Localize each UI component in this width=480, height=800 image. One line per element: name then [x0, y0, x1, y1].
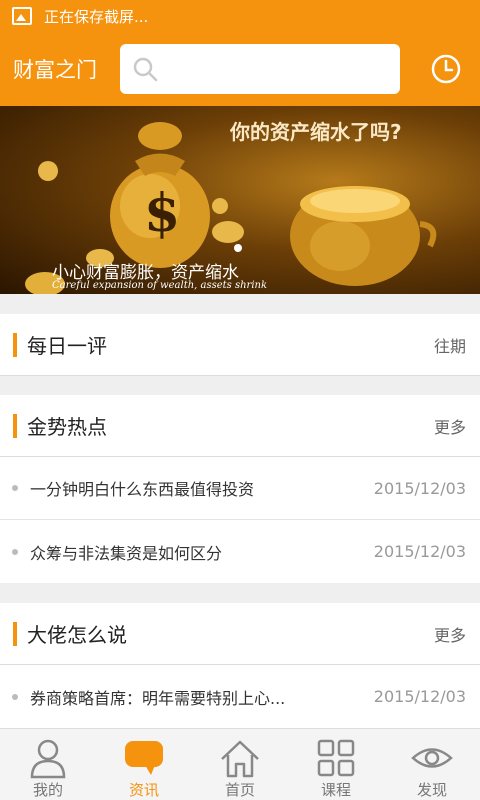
article-title: 券商策略首席：明年需要特别上心...	[30, 688, 286, 708]
banner-headline: 你的资产缩水了吗?	[230, 120, 402, 144]
history-clock-icon[interactable]	[430, 53, 462, 85]
tab-label: 我的	[32, 781, 63, 799]
article-title: 一分钟明白什么东西最值得投资	[30, 480, 255, 499]
app-title: 财富之门	[13, 58, 97, 82]
banner-subtitle-en: Careful expansion of wealth, assets shri…	[52, 280, 268, 291]
section-title: 每日一评	[27, 334, 107, 358]
bullet-dot	[12, 548, 18, 555]
grid-icon	[317, 739, 355, 777]
tab-courses[interactable]: 课程	[288, 729, 384, 800]
person-icon	[30, 739, 66, 779]
tab-label: 首页	[224, 781, 255, 799]
section-accent-bar	[13, 332, 17, 357]
search-box[interactable]	[120, 44, 400, 94]
list-item[interactable]: 一分钟明白什么东西最值得投资 2015/12/03	[0, 457, 480, 520]
more-link[interactable]: 更多	[434, 414, 466, 438]
article-title: 众筹与非法集资是如何区分	[30, 543, 223, 563]
tab-discover[interactable]: 发现	[384, 729, 480, 800]
hot-topics-header: 金势热点 更多	[0, 395, 480, 457]
more-link[interactable]: 更多	[434, 622, 466, 646]
status-bar: 正在保存截屏...	[0, 0, 480, 32]
tab-label: 发现	[416, 781, 447, 799]
article-date: 2015/12/03	[373, 542, 466, 561]
tab-label: 资讯	[128, 781, 159, 799]
search-icon	[133, 57, 158, 82]
tab-news[interactable]: 资讯	[96, 729, 192, 800]
tab-home[interactable]: 首页	[192, 729, 288, 800]
app-header: 财富之门	[0, 32, 480, 106]
bullet-dot	[12, 693, 18, 700]
svg-text:$: $	[144, 183, 180, 244]
search-input[interactable]	[166, 60, 400, 78]
status-text: 正在保存截屏...	[44, 7, 149, 26]
eye-icon	[411, 748, 453, 768]
past-issues-link[interactable]: 往期	[434, 333, 466, 357]
daily-review-section: 每日一评 往期	[0, 314, 480, 376]
banner-page-indicator	[234, 244, 242, 252]
screenshot-icon	[12, 7, 32, 25]
daily-review-header[interactable]: 每日一评 往期	[0, 314, 480, 376]
chat-icon	[125, 741, 163, 775]
promo-banner[interactable]: $ 你的资产缩水了吗? 小心财富膨胀，资产缩水 Careful expansio…	[0, 106, 480, 294]
article-date: 2015/12/03	[373, 478, 466, 498]
section-accent-bar	[13, 621, 17, 646]
bottom-tab-bar: 我的 资讯 首页 课程 发现	[0, 728, 480, 800]
hot-topics-section: 金势热点 更多 一分钟明白什么东西最值得投资 2015/12/03 众筹与非法集…	[0, 395, 480, 583]
section-accent-bar	[13, 413, 17, 438]
bullet-dot	[12, 485, 18, 491]
section-title: 金势热点	[27, 415, 107, 439]
experts-header: 大佬怎么说 更多	[0, 603, 480, 665]
tab-mine[interactable]: 我的	[0, 729, 96, 800]
article-date: 2015/12/03	[373, 687, 466, 706]
list-item[interactable]: 券商策略首席：明年需要特别上心... 2015/12/03	[0, 665, 480, 728]
experts-section: 大佬怎么说 更多 券商策略首席：明年需要特别上心... 2015/12/03	[0, 603, 480, 728]
list-item[interactable]: 众筹与非法集资是如何区分 2015/12/03	[0, 520, 480, 583]
tab-label: 课程	[320, 781, 351, 799]
home-icon	[221, 740, 259, 778]
section-title: 大佬怎么说	[27, 623, 127, 647]
